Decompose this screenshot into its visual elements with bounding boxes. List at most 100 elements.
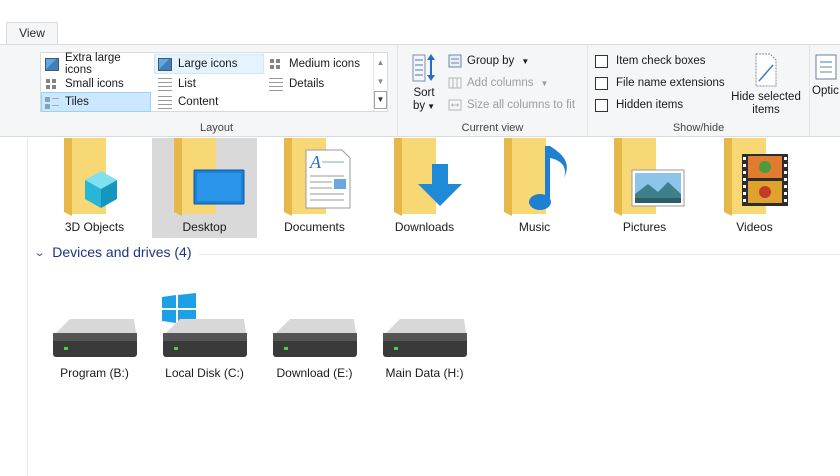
pictures-folder-icon [614,138,685,216]
drive-item[interactable]: Program (B:) [42,293,147,393]
options-label: Optic [812,85,839,97]
downloads-folder-icon [394,138,462,216]
drive-item[interactable]: Main Data (H:) [372,293,477,393]
group-label-layout: Layout [199,122,234,134]
desktop-folder-icon [174,138,245,216]
tab-view[interactable]: View [6,22,58,45]
3d-objects-folder-icon [64,138,117,216]
checkbox[interactable] [595,98,608,112]
system-drive-icon [162,293,247,357]
checkbox[interactable] [595,76,608,90]
file-name-extensions-label: File name extensions [616,77,725,89]
add-columns-button[interactable]: Add columns ▼ [448,73,548,93]
drive-label: Local Disk (C:) [165,366,244,380]
chevron-down-icon[interactable]: ⌄ [34,246,46,259]
layout-group: Extra large icons Large icons Medium ico… [36,45,398,137]
hide-selected-label-2: items [752,104,780,116]
layout-item-label: List [178,78,196,90]
layout-details[interactable]: Details [265,74,373,94]
folder-item[interactable]: Videos [702,138,807,238]
current-view-group: Sort by ▼ Group by ▼ Add columns ▼ Size a… [398,45,588,137]
chevron-down-icon: ▼ [540,78,549,88]
drive-item[interactable]: Download (E:) [262,293,367,393]
layout-extra-large-icons[interactable]: Extra large icons [41,52,151,76]
drive-item[interactable]: Local Disk (C:) [152,293,257,393]
sort-label-1: Sort [413,87,435,99]
options-icon [815,54,837,80]
gallery-more-icon[interactable]: ▼ [374,91,387,109]
item-check-boxes-toggle[interactable]: Item check boxes [595,51,705,71]
layout-item-label: Details [289,78,325,90]
folder-label: Downloads [394,220,455,234]
folder-item[interactable]: Pictures [592,138,697,238]
sort-by-icon [412,54,435,82]
hard-drive-icon [273,319,357,357]
hide-selected-label-1: Hide selected [731,91,801,103]
small-icons-icon [45,77,59,91]
layout-item-label: Content [178,96,219,108]
layout-content[interactable]: Content [154,92,264,112]
group-by-label: Group by [467,55,515,67]
content-pane: 3D Objects Desktop A Documents Downloads… [29,138,840,476]
folder-item[interactable]: Downloads [372,138,477,238]
documents-folder-icon: A [284,138,351,216]
hide-selected-icon [755,53,777,87]
devices-section-title: Devices and drives (4) [52,244,192,260]
hide-selected-items-button[interactable]: Hide selected items [726,53,806,117]
ribbon: Extra large icons Large icons Medium ico… [0,44,840,137]
chevron-down-icon: ▼ [521,56,530,66]
size-all-columns-button[interactable]: Size all columns to fit [448,95,575,115]
file-explorer-window: View Extra large icons Large icons Mediu… [0,0,840,476]
ribbon-tab-strip: View [0,0,840,45]
options-button[interactable]: Optic [812,53,840,98]
music-folder-icon [504,138,567,216]
layout-small-icons[interactable]: Small icons [41,74,151,94]
layout-tiles[interactable]: Tiles [41,92,151,112]
folder-item[interactable]: Desktop [152,138,257,238]
folder-label: Videos [736,220,773,234]
file-name-extensions-toggle[interactable]: File name extensions [595,73,725,93]
layout-gallery: Extra large icons Large icons Medium ico… [40,52,388,112]
show-hide-group: Item check boxes File name extensions Hi… [588,45,810,137]
folder-item[interactable]: A Documents [262,138,367,238]
layout-item-label: Extra large icons [65,52,121,76]
layout-item-label: Tiles [65,96,89,108]
hidden-items-toggle[interactable]: Hidden items [595,95,683,115]
folder-label: 3D Objects [64,220,125,234]
group-label-current-view: Current view [461,122,524,134]
medium-icons-icon [269,57,283,71]
layout-item-label: Small icons [65,78,124,90]
extra-large-icons-icon [45,57,59,71]
details-icon [269,77,283,91]
layout-list[interactable]: List [154,74,264,94]
item-check-boxes-label: Item check boxes [616,55,706,67]
sort-by-button[interactable]: Sort by ▼ [404,53,444,113]
navigation-pane[interactable] [0,138,28,476]
layout-item-label: Medium icons [289,58,360,70]
list-icon [158,77,172,91]
checkbox[interactable] [595,54,608,68]
folder-label: Music [518,220,551,234]
hard-drive-icon [53,319,137,357]
hidden-items-label: Hidden items [616,99,684,111]
devices-section-header[interactable]: ⌄ Devices and drives (4) [34,244,192,260]
layout-item-label: Large icons [178,58,238,70]
sort-label-2: by [412,100,426,112]
svg-text:A: A [309,152,322,172]
folder-item[interactable]: Music [482,138,587,238]
folder-item[interactable]: 3D Objects [42,138,147,238]
layout-medium-icons[interactable]: Medium icons [265,54,373,74]
size-columns-icon [448,99,462,111]
drive-label: Program (B:) [60,366,129,380]
drive-label: Download (E:) [276,366,353,380]
layout-large-icons[interactable]: Large icons [154,54,264,74]
folder-label: Documents [284,220,345,234]
section-divider [199,254,840,255]
content-icon [158,95,172,109]
scroll-up-icon[interactable]: ▲ [374,53,387,72]
size-all-columns-label: Size all columns to fit [467,99,576,111]
scroll-down-icon[interactable]: ▼ [374,72,387,91]
folder-label: Pictures [622,220,667,234]
group-by-button[interactable]: Group by ▼ [448,51,529,71]
layout-gallery-scroll: ▲ ▼ ▼ [373,53,387,111]
